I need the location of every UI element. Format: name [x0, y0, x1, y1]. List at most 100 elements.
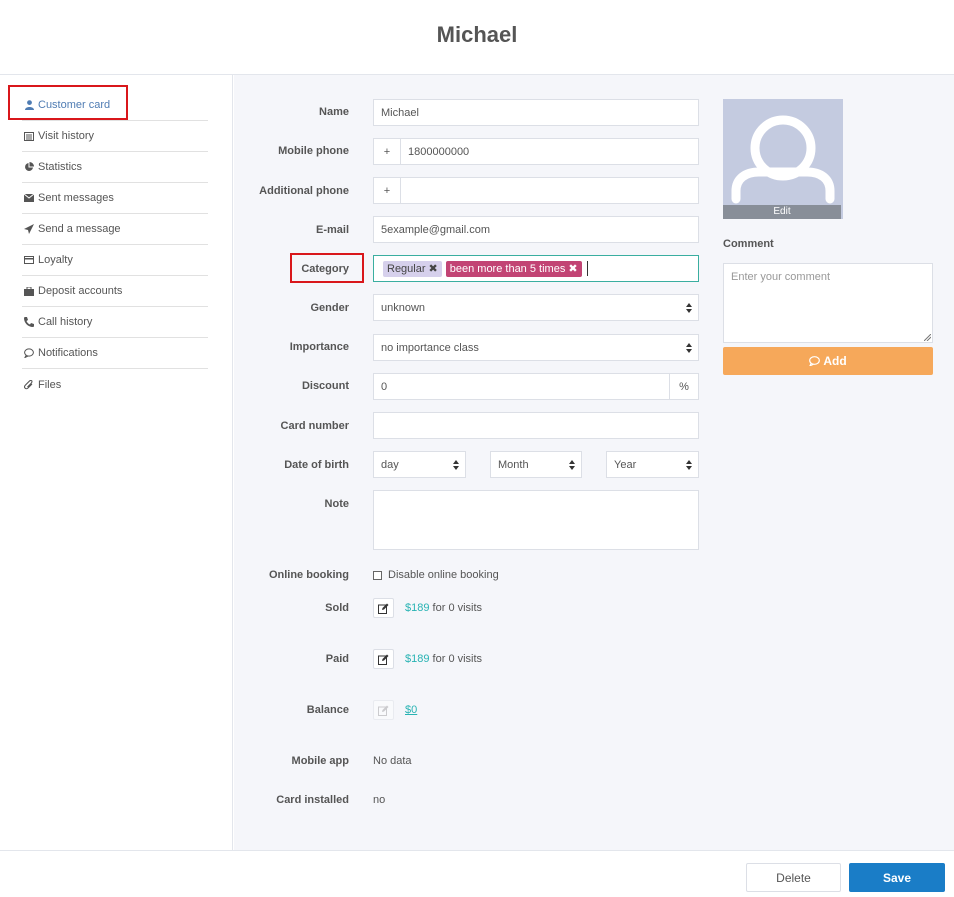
- footer: Delete Save: [0, 850, 954, 897]
- email-label: E-mail: [315, 224, 349, 236]
- add-comment-button[interactable]: Add: [723, 347, 933, 375]
- tag-regular: Regular ✖: [383, 260, 442, 277]
- birth-day-select[interactable]: day: [373, 451, 466, 478]
- text-caret: [586, 261, 588, 276]
- paid-suffix: for 0 visits: [432, 653, 483, 665]
- edit-icon: [378, 603, 389, 614]
- balance-label: Balance: [306, 704, 349, 716]
- email-value: 5example@gmail.com: [381, 223, 490, 236]
- select-arrows-icon: [686, 303, 692, 313]
- select-arrows-icon: [686, 343, 692, 353]
- paperclip-icon: [22, 378, 36, 392]
- chat-bubble-icon: [809, 356, 821, 366]
- birth-day-value: day: [381, 458, 399, 471]
- sidebar-item-call-history[interactable]: Call history: [22, 307, 208, 338]
- phone-prefix: +: [374, 178, 401, 203]
- sold-amount: $189: [405, 602, 430, 614]
- birth-month-select[interactable]: Month: [490, 451, 582, 478]
- edit-icon: [378, 705, 389, 716]
- gender-select[interactable]: unknown: [373, 294, 699, 321]
- disable-online-booking-text: Disable online booking: [388, 569, 499, 581]
- gender-value: unknown: [381, 301, 426, 314]
- page-title: Michael: [436, 22, 518, 47]
- card-number-field[interactable]: [373, 412, 699, 439]
- importance-label: Importance: [289, 341, 349, 353]
- birth-month-value: Month: [498, 458, 529, 471]
- sidebar-item-files[interactable]: Files: [22, 369, 208, 400]
- additional-phone-field[interactable]: +: [373, 177, 699, 204]
- sidebar-item-notifications[interactable]: Notifications: [22, 338, 208, 369]
- select-arrows-icon: [686, 460, 692, 470]
- sidebar-item-label: Customer card: [38, 99, 111, 111]
- sidebar-item-statistics[interactable]: Statistics: [22, 152, 208, 183]
- edit-sold-button[interactable]: [373, 598, 394, 618]
- card-installed-value: no: [373, 794, 386, 806]
- briefcase-icon: [22, 284, 36, 298]
- birth-year-select[interactable]: Year: [606, 451, 699, 478]
- edit-paid-button[interactable]: [373, 649, 394, 669]
- sidebar-item-visit-history[interactable]: Visit history: [22, 121, 208, 152]
- balance-summary: $0: [405, 704, 417, 716]
- mobile-app-label: Mobile app: [291, 755, 349, 767]
- user-placeholder-icon: [731, 115, 835, 204]
- discount-field[interactable]: 0 %: [373, 373, 699, 400]
- user-icon: [22, 98, 36, 112]
- comment-textarea[interactable]: Enter your comment: [723, 263, 933, 343]
- remove-tag-icon[interactable]: ✖: [429, 262, 438, 275]
- name-field[interactable]: Michael: [373, 99, 699, 126]
- mobile-phone-label: Mobile phone: [278, 145, 349, 157]
- tag-been-more-than-5-times: been more than 5 times ✖: [445, 260, 582, 277]
- category-label: Category: [301, 263, 349, 275]
- disable-online-booking-checkbox[interactable]: [373, 570, 382, 580]
- edit-balance-button[interactable]: [373, 700, 394, 720]
- sidebar-item-customer-card[interactable]: Customer card: [22, 90, 208, 121]
- date-of-birth-label: Date of birth: [284, 459, 349, 471]
- importance-select[interactable]: no importance class: [373, 334, 699, 361]
- remove-tag-icon[interactable]: ✖: [568, 262, 577, 275]
- sidebar-item-loyalty[interactable]: Loyalty: [22, 245, 208, 276]
- sidebar-item-sent-messages[interactable]: Sent messages: [22, 183, 208, 214]
- save-button[interactable]: Save: [849, 863, 945, 892]
- name-label: Name: [319, 106, 349, 118]
- paid-label: Paid: [325, 653, 349, 665]
- chat-bubble-icon: [22, 346, 36, 360]
- sold-summary: $189 for 0 visits: [405, 602, 482, 614]
- sold-suffix: for 0 visits: [432, 602, 483, 614]
- sidebar-item-send-message[interactable]: Send a message: [22, 214, 208, 245]
- list-icon: [22, 129, 36, 143]
- sidebar-item-label: Send a message: [38, 223, 121, 235]
- birth-year-value: Year: [614, 458, 637, 471]
- avatar[interactable]: Edit: [723, 99, 843, 219]
- header: Michael: [0, 0, 954, 75]
- sidebar-item-label: Deposit accounts: [38, 285, 123, 297]
- online-booking-label: Online booking: [268, 569, 349, 581]
- sidebar-item-deposit-accounts[interactable]: Deposit accounts: [22, 276, 208, 307]
- resize-handle-icon[interactable]: [924, 334, 931, 341]
- sidebar: Customer card Visit history Statistics S…: [0, 75, 233, 850]
- email-field[interactable]: 5example@gmail.com: [373, 216, 699, 243]
- mobile-phone-field[interactable]: + 1800000000: [373, 138, 699, 165]
- category-field[interactable]: Regular ✖ been more than 5 times ✖: [373, 255, 699, 282]
- discount-label: Discount: [301, 380, 349, 392]
- note-textarea[interactable]: [373, 490, 699, 550]
- avatar-edit-button[interactable]: Edit: [723, 205, 841, 219]
- select-arrows-icon: [453, 460, 459, 470]
- add-comment-label: Add: [823, 354, 847, 368]
- pie-chart-icon: [22, 160, 36, 174]
- delete-button[interactable]: Delete: [746, 863, 841, 892]
- importance-value: no importance class: [381, 341, 479, 354]
- paid-summary: $189 for 0 visits: [405, 653, 482, 665]
- card-icon: [22, 253, 36, 267]
- mobile-phone-value: 1800000000: [408, 145, 470, 158]
- paid-amount: $189: [405, 653, 430, 665]
- sidebar-item-label: Loyalty: [38, 254, 73, 266]
- sidebar-item-label: Files: [38, 378, 62, 391]
- phone-icon: [22, 315, 36, 329]
- card-installed-label: Card installed: [276, 794, 349, 806]
- edit-icon: [378, 654, 389, 665]
- balance-amount-link[interactable]: $0: [405, 704, 417, 716]
- sidebar-item-label: Call history: [38, 316, 93, 328]
- comment-label: Comment: [723, 238, 774, 250]
- comment-placeholder: Enter your comment: [731, 271, 831, 283]
- sold-label: Sold: [325, 602, 349, 614]
